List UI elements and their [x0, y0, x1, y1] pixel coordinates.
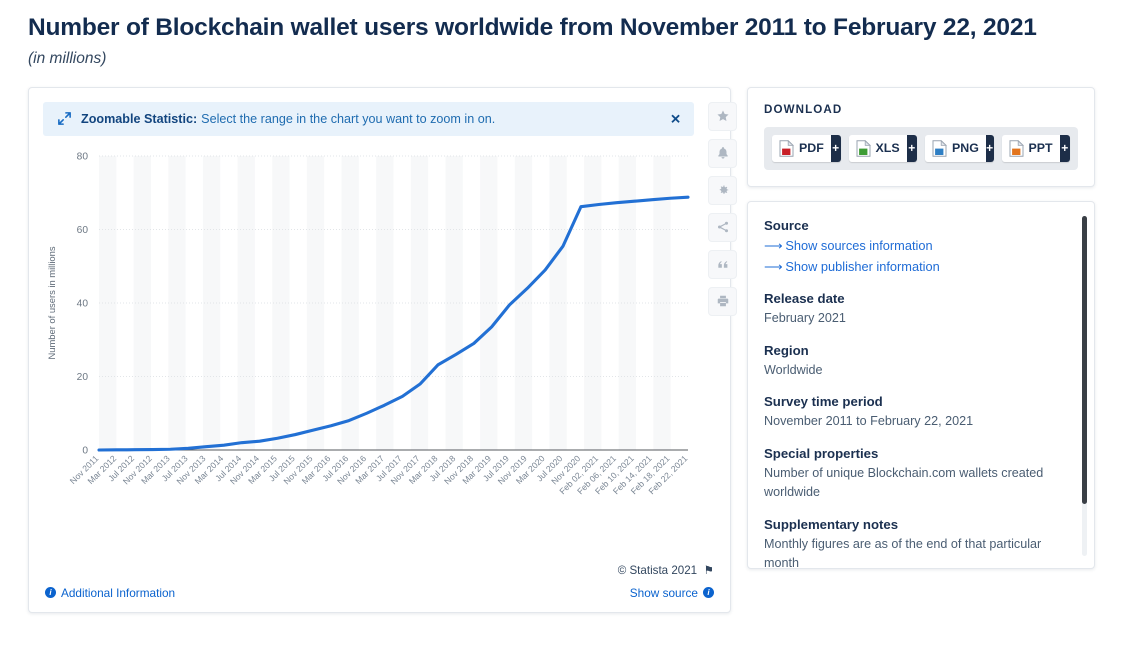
download-pdf-expand-button[interactable]: +: [830, 134, 841, 162]
download-ppt-button[interactable]: PPT +: [1001, 134, 1070, 162]
source-section: Source ⟶ Show sources information ⟶ Show p…: [764, 218, 1060, 277]
sidebar: DOWNLOAD PDF + XLS + PNG + PPT + Source ⟶ Show s…: [747, 86, 1095, 569]
zoomable-statistic-banner: Zoomable Statistic: Select the range in …: [43, 101, 694, 136]
file-png-icon: [932, 139, 947, 157]
print-icon[interactable]: [708, 286, 737, 316]
info-icon: i: [703, 587, 714, 599]
download-title: DOWNLOAD: [764, 102, 843, 116]
additional-information-label: Additional Information: [61, 585, 176, 600]
settings-gear-icon[interactable]: [708, 175, 737, 205]
source-card: Source ⟶ Show sources information ⟶ Show p…: [747, 200, 1095, 569]
special-properties-section: Special properties Number of unique Bloc…: [764, 446, 1060, 503]
download-ppt-label: PPT: [1028, 141, 1053, 156]
flag-icon[interactable]: ⚑: [700, 564, 714, 577]
region-value: Worldwide: [764, 362, 823, 377]
show-source-link[interactable]: Show source i: [630, 586, 714, 600]
y-axis-tick: 0: [82, 446, 88, 457]
show-publisher-label: Show publisher information: [785, 258, 940, 274]
download-xls-expand-button[interactable]: +: [906, 134, 917, 162]
content-area: Zoomable Statistic: Select the range in …: [0, 68, 1123, 613]
page-subtitle: (in millions): [28, 49, 107, 67]
y-axis-title: Number of users in millions: [46, 246, 57, 359]
y-axis-tick: 20: [77, 372, 89, 383]
show-sources-information-link[interactable]: ⟶ Show sources information: [764, 236, 1060, 257]
survey-time-period-section: Survey time period November 2011 to Febr…: [764, 394, 1060, 432]
release-date-value: February 2021: [764, 311, 846, 326]
page-header: Number of Blockchain wallet users worldw…: [0, 0, 1123, 68]
special-heading: Special properties: [764, 445, 879, 461]
favorite-star-icon[interactable]: [708, 101, 737, 131]
show-source-label: Show source: [629, 585, 698, 600]
download-pdf-button[interactable]: PDF +: [772, 134, 841, 162]
chart-toolbar: [708, 88, 737, 612]
banner-description: Select the range in the chart you want t…: [201, 111, 496, 126]
download-png-label: PNG: [952, 141, 979, 156]
info-icon: i: [45, 587, 56, 599]
chart-main: Zoomable Statistic: Select the range in …: [29, 88, 708, 612]
y-axis-tick: 60: [77, 225, 89, 236]
file-xls-icon: [856, 139, 871, 157]
release-date-heading: Release date: [764, 291, 845, 307]
additional-information-link[interactable]: i Additional Information: [45, 586, 175, 600]
source-heading: Source: [764, 217, 809, 233]
release-date-section: Release date February 2021: [764, 291, 1060, 329]
arrow-right-icon: ⟶: [764, 237, 783, 253]
download-card: DOWNLOAD PDF + XLS + PNG + PPT +: [747, 86, 1095, 187]
show-publisher-information-link[interactable]: ⟶ Show publisher information: [764, 257, 1060, 278]
banner-title: Zoomable Statistic:: [81, 111, 198, 126]
source-content: Source ⟶ Show sources information ⟶ Show p…: [764, 218, 1076, 569]
footer-links: i Additional Information Show source i: [45, 586, 714, 600]
download-xls-main[interactable]: XLS: [848, 134, 907, 162]
expand-diagonal-icon: [58, 112, 71, 126]
survey-value: November 2011 to February 22, 2021: [764, 414, 974, 429]
x-axis-labels: Nov 2011Mar 2012Jul 2012Nov 2012Mar 2013…: [68, 453, 690, 496]
sidebar-scrollbar-thumb[interactable]: [1082, 215, 1087, 504]
download-png-expand-button[interactable]: +: [985, 134, 994, 162]
download-xls-button[interactable]: XLS +: [848, 134, 917, 162]
arrow-right-icon: ⟶: [764, 258, 783, 274]
special-value: Number of unique Blockchain.com wallets …: [764, 465, 1044, 500]
download-buttons-row: PDF + XLS + PNG + PPT +: [764, 126, 1078, 170]
notification-bell-icon[interactable]: [708, 138, 737, 168]
line-chart-svg[interactable]: 0 20 40 60 80 Number of users in millions Nov …: [41, 148, 696, 568]
download-pdf-label: PDF: [799, 141, 824, 156]
notes-heading: Supplementary notes: [764, 516, 899, 532]
download-png-main[interactable]: PNG: [925, 134, 986, 162]
region-section: Region Worldwide: [764, 343, 1060, 381]
show-sources-label: Show sources information: [785, 237, 933, 253]
y-axis-tick: 80: [77, 152, 89, 163]
download-png-button[interactable]: PNG +: [925, 134, 994, 162]
copyright-line: © Statista 2021 ⚑: [45, 563, 714, 577]
y-axis-tick: 40: [77, 299, 89, 310]
download-ppt-expand-button[interactable]: +: [1059, 134, 1070, 162]
citation-quote-icon[interactable]: [708, 249, 737, 279]
supplementary-notes-section: Supplementary notes Monthly figures are …: [764, 516, 1060, 569]
survey-heading: Survey time period: [764, 394, 883, 410]
notes-value: Monthly figures are as of the end of tha…: [764, 536, 1042, 569]
page-title: Number of Blockchain wallet users worldw…: [28, 14, 1037, 41]
region-heading: Region: [764, 342, 809, 358]
file-ppt-icon: [1009, 139, 1024, 157]
copyright-text: © Statista 2021: [617, 563, 698, 577]
download-xls-label: XLS: [875, 141, 900, 156]
close-icon[interactable]: ✕: [670, 112, 681, 125]
chart-plot-area[interactable]: 0 20 40 60 80 Number of users in millions Nov …: [41, 148, 696, 568]
file-pdf-icon: [779, 139, 794, 157]
chart-card: Zoomable Statistic: Select the range in …: [28, 86, 737, 613]
sidebar-scrollbar-track[interactable]: [1082, 215, 1087, 556]
chart-footer: © Statista 2021 ⚑ i Additional Informati…: [29, 563, 730, 612]
share-icon[interactable]: [708, 212, 737, 242]
download-pdf-main[interactable]: PDF: [772, 134, 831, 162]
download-ppt-main[interactable]: PPT: [1001, 134, 1060, 162]
